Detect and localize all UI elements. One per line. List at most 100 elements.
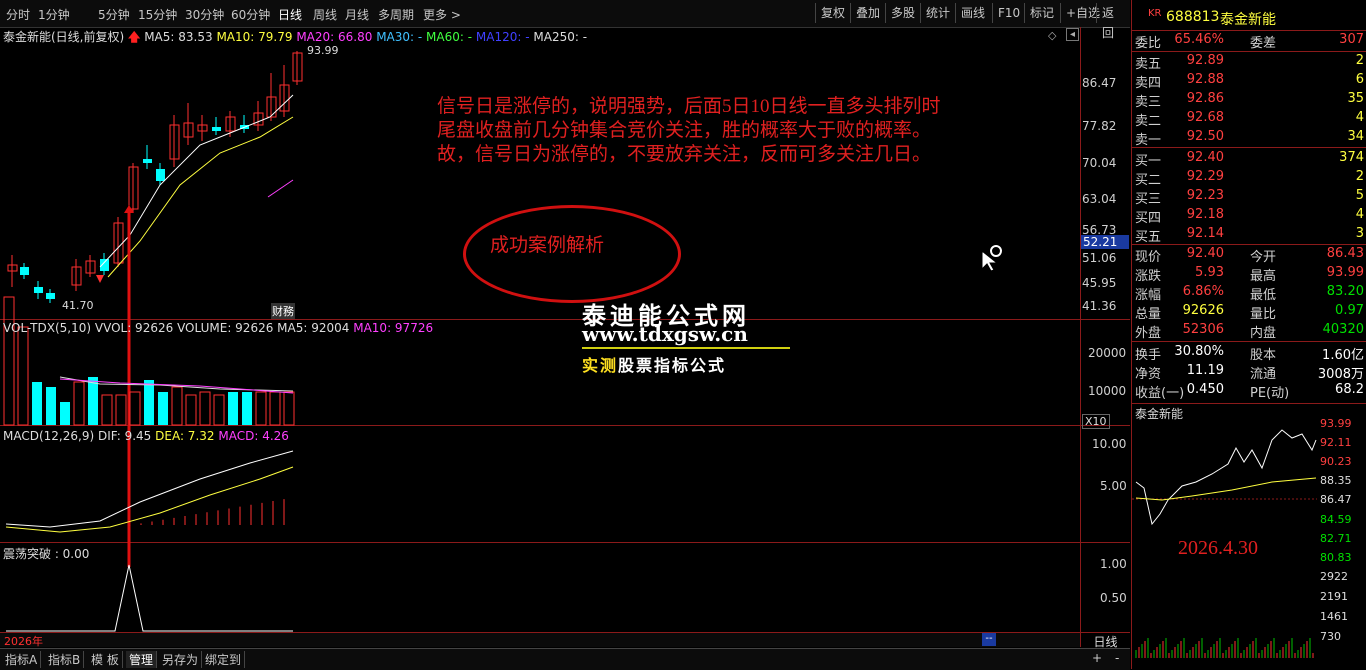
ask-label: 卖五: [1135, 57, 1162, 72]
bid-volume: 2: [1355, 169, 1364, 184]
manage-tab[interactable]: 管理: [126, 651, 158, 668]
period-toolbar: 分时 1分钟 5分钟 15分钟 30分钟 60分钟 日线 周线 月线 多周期 更…: [0, 0, 1130, 40]
bid-row[interactable]: 买四 92.18 4: [1132, 207, 1366, 226]
stat-label: 今开: [1250, 250, 1277, 265]
stat-row: 总量 92626 量比 0.97: [1132, 303, 1366, 322]
stats-button[interactable]: 统计: [920, 3, 955, 23]
bid-label: 买三: [1135, 192, 1162, 207]
save-as-tab[interactable]: 另存为: [159, 651, 203, 668]
stat-label: PE(动): [1250, 386, 1290, 401]
stat-value: 6.86%: [1182, 284, 1224, 299]
ask-price: 92.88: [1186, 72, 1224, 87]
stat-value: 83.20: [1326, 284, 1364, 299]
bid-row[interactable]: 买一 92.40 374: [1132, 150, 1366, 169]
diamond-icon[interactable]: ◇: [1048, 29, 1056, 42]
ask-label: 卖四: [1135, 76, 1162, 91]
quote-panel: KR 688813 泰金新能 委比 65.46% 委差 307 卖五 92.89…: [1131, 0, 1366, 669]
high-price-label: 93.99: [307, 44, 339, 57]
stat-value: 0.450: [1186, 382, 1224, 397]
bid-label: 买一: [1135, 154, 1162, 169]
ask-row[interactable]: 卖一 92.50 34: [1132, 129, 1366, 148]
year-label: 2026年: [4, 635, 43, 648]
stat-row: 净资 11.19 流通 3008万: [1132, 363, 1366, 382]
volume-axis-label: 10000: [1088, 384, 1127, 398]
mark-button[interactable]: 标记: [1024, 3, 1059, 23]
quote-separator: [1132, 30, 1366, 31]
ma120-label: MA120: -: [475, 30, 530, 44]
fuquan-button[interactable]: 复权: [815, 3, 850, 23]
price-axis-label: 45.95: [1082, 276, 1117, 290]
period-tab-daily[interactable]: 日线: [278, 6, 302, 23]
stat-row: 外盘 52306 内盘 40320: [1132, 322, 1366, 341]
mini-price-line: [1135, 429, 1317, 526]
volume-bar: [60, 402, 70, 425]
period-tab-more[interactable]: 更多 >: [423, 6, 461, 23]
mini-vol-axis-label: 2922: [1320, 570, 1348, 583]
stat-value: 5.93: [1195, 265, 1224, 280]
dea-line: [5, 466, 294, 533]
period-tab-30min[interactable]: 30分钟: [185, 6, 224, 23]
period-tab-fenshi[interactable]: 分时: [6, 6, 30, 23]
bid-label: 买四: [1135, 211, 1162, 226]
stat-label: 总量: [1135, 307, 1162, 322]
stat-label: 量比: [1250, 307, 1277, 322]
ask-volume: 34: [1347, 129, 1364, 144]
weibi-label: 委比: [1135, 36, 1162, 51]
mini-axis-label: 92.11: [1320, 436, 1352, 449]
mini-axis-label: 88.35: [1320, 474, 1352, 487]
template-tab[interactable]: 模 板: [88, 651, 123, 668]
indicator-a-tab[interactable]: 指标A: [2, 651, 42, 668]
volume-label: VOLUME: 92626: [177, 321, 274, 335]
period-tab-15min[interactable]: 15分钟: [138, 6, 177, 23]
date-axis: 2026年 --: [0, 633, 1080, 648]
stat-label: 现价: [1135, 250, 1162, 265]
candle-body: [20, 267, 29, 275]
ask-row[interactable]: 卖四 92.88 6: [1132, 72, 1366, 91]
mini-axis-label: 82.71: [1320, 532, 1352, 545]
low-price-label: 41.70: [62, 299, 94, 312]
period-tab-multi[interactable]: 多周期: [378, 6, 414, 23]
zoom-out-icon[interactable]: -: [1115, 651, 1119, 665]
weibi-value: 65.46%: [1174, 32, 1224, 47]
stock-title: 泰金新能(日线,前复权): [3, 30, 125, 44]
finance-marker[interactable]: 财務: [271, 303, 295, 319]
bind-to-tab[interactable]: 绑定到: [202, 651, 246, 668]
period-tab-5min[interactable]: 5分钟: [98, 6, 130, 23]
period-tab-monthly[interactable]: 月线: [345, 6, 369, 23]
back-button[interactable]: 返回: [1096, 3, 1130, 40]
period-tab-1min[interactable]: 1分钟: [38, 6, 70, 23]
macd-legend: MACD(12,26,9) DIF: 9.45 DEA: 7.32 MACD: …: [3, 429, 289, 443]
bid-row[interactable]: 买二 92.29 2: [1132, 169, 1366, 188]
f10-button[interactable]: F10: [992, 3, 1025, 23]
ma30-label: MA30: -: [376, 30, 423, 44]
volume-bar: [144, 380, 154, 425]
price-axis-label: 41.36: [1082, 299, 1117, 313]
stat-value: 93.99: [1326, 265, 1364, 280]
indicator-b-tab[interactable]: 指标B: [45, 651, 85, 668]
price-axis-label: 51.06: [1082, 251, 1117, 265]
period-tab-weekly[interactable]: 周线: [313, 6, 337, 23]
period-tab-60min[interactable]: 60分钟: [231, 6, 270, 23]
volume-axis-label: 20000: [1088, 346, 1127, 360]
ask-row[interactable]: 卖五 92.89 2: [1132, 53, 1366, 72]
multi-stock-button[interactable]: 多股: [885, 3, 920, 23]
ask-row[interactable]: 卖三 92.86 35: [1132, 91, 1366, 110]
stat-value: 1.60亿: [1322, 348, 1364, 363]
volume-legend: VOL-TDX(5,10) VVOL: 92626 VOLUME: 92626 …: [3, 321, 433, 335]
draw-line-button[interactable]: 画线: [955, 3, 990, 23]
annotation-line: 故，信号日为涨停的，不要放弃关注，反而可多关注几日。: [437, 144, 932, 165]
ma5-label: MA5: 83.53: [144, 30, 213, 44]
ask-row[interactable]: 卖二 92.68 4: [1132, 110, 1366, 129]
volume-title: VOL-TDX(5,10): [3, 321, 92, 335]
bid-row[interactable]: 买三 92.23 5: [1132, 188, 1366, 207]
ma10-line: [107, 116, 294, 278]
stat-label: 最高: [1250, 269, 1277, 284]
zoom-in-icon[interactable]: +: [1092, 651, 1102, 665]
stat-label: 净资: [1135, 367, 1162, 382]
bid-row[interactable]: 买五 92.14 3: [1132, 226, 1366, 245]
period-indicator[interactable]: 日线: [1081, 633, 1130, 649]
collapse-icon[interactable]: ◂: [1066, 28, 1079, 41]
mouse-cursor-icon: [981, 245, 1002, 271]
stat-label: 换手: [1135, 348, 1162, 363]
overlay-button[interactable]: 叠加: [850, 3, 885, 23]
